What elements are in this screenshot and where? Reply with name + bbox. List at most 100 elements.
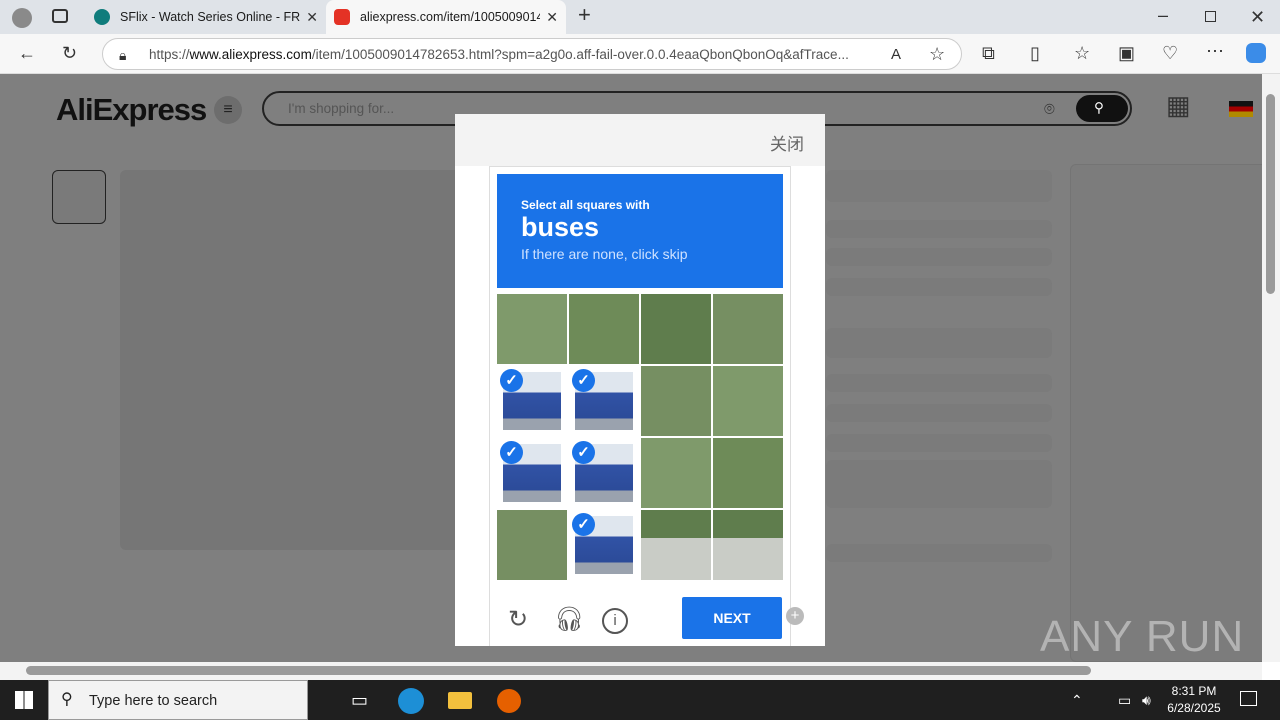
clock-time: 8:31 PM <box>1171 684 1217 698</box>
tab-title: aliexpress.com/item/100500901478 <box>360 10 540 24</box>
profile-icon[interactable] <box>12 8 32 28</box>
windows-start-icon[interactable] <box>15 691 33 709</box>
tab-actions-icon[interactable] <box>52 9 68 23</box>
captcha-tile[interactable] <box>497 294 567 364</box>
captcha-frame: Select all squares with buses If there a… <box>489 166 791 646</box>
info-icon[interactable]: i <box>602 608 628 634</box>
network-icon[interactable]: ▭ <box>1118 691 1131 709</box>
captcha-tile[interactable] <box>713 294 783 364</box>
germany-flag-icon[interactable] <box>1229 101 1253 117</box>
product-info-placeholder <box>826 248 1052 266</box>
modal-header: 关闭 <box>455 114 825 166</box>
url-host: www.aliexpress.com <box>189 47 312 62</box>
edge-icon[interactable] <box>398 688 424 714</box>
product-info-placeholder <box>826 460 1052 508</box>
tab-aliexpress[interactable]: aliexpress.com/item/100500901478 ✕ <box>326 0 566 34</box>
scroll-thumb[interactable] <box>1266 94 1275 294</box>
side-panel-placeholder <box>1070 164 1262 662</box>
captcha-tile[interactable] <box>569 294 639 364</box>
task-view-icon[interactable]: ▭ <box>351 691 368 709</box>
aliexpress-favicon-icon <box>334 9 350 25</box>
captcha-tile[interactable] <box>713 510 783 580</box>
url-prefix: https:// <box>149 47 190 62</box>
captcha-tile[interactable]: ✓ <box>497 438 567 508</box>
url-field[interactable]: 🔒︎ https://www.aliexpress.com/item/10050… <box>102 38 962 70</box>
search-icon: ⚲ <box>61 691 73 708</box>
captcha-tile[interactable]: ✓ <box>569 510 639 580</box>
captcha-header: Select all squares with buses If there a… <box>497 174 783 288</box>
close-window-icon[interactable]: ✕ <box>1250 8 1265 26</box>
scroll-thumb[interactable] <box>26 666 1091 675</box>
address-bar: ← ↻ 🔒︎ https://www.aliexpress.com/item/1… <box>0 34 1280 74</box>
favorites-icon[interactable]: ☆ <box>1074 44 1090 62</box>
tab-sflix[interactable]: SFlix - Watch Series Online - FREE ✕ <box>86 0 326 34</box>
read-aloud-icon[interactable]: A <box>891 46 901 64</box>
close-tab-icon[interactable]: ✕ <box>546 9 558 26</box>
product-info-placeholder <box>826 170 1052 202</box>
favorite-star-icon[interactable]: ☆ <box>929 45 945 63</box>
close-button[interactable]: 关闭 <box>770 130 804 155</box>
back-icon[interactable]: ← <box>18 44 36 62</box>
restore-icon[interactable] <box>1205 11 1216 22</box>
minimize-icon[interactable]: – <box>1158 6 1168 24</box>
captcha-tile[interactable] <box>641 294 711 364</box>
new-tab-icon[interactable]: + <box>578 4 591 26</box>
more-menu-icon[interactable]: ⋯ <box>1206 42 1224 60</box>
url-text: https://www.aliexpress.com/item/10050090… <box>149 47 879 62</box>
search-icon: ⚲ <box>1094 100 1104 115</box>
expand-icon[interactable]: + <box>786 607 804 625</box>
product-info-placeholder <box>826 374 1052 392</box>
main-image-placeholder <box>120 170 480 550</box>
taskbar: ⚲ Type here to search ▭ ⌃ ▭ 🔊︎ 8:31 PM 6… <box>0 680 1280 720</box>
checkmark-icon: ✓ <box>572 513 595 536</box>
product-info-placeholder <box>826 220 1052 238</box>
product-info-placeholder <box>826 434 1052 452</box>
notifications-icon[interactable] <box>1240 691 1257 706</box>
sflix-favicon-icon <box>94 9 110 25</box>
captcha-tile[interactable]: ✓ <box>569 438 639 508</box>
captcha-hint: If there are none, click skip <box>521 246 688 262</box>
menu-icon[interactable]: ≡ <box>214 96 242 124</box>
system-clock[interactable]: 8:31 PM 6/28/2025 <box>1156 683 1232 717</box>
taskbar-search[interactable]: ⚲ Type here to search <box>48 680 308 720</box>
volume-icon[interactable]: 🔊︎ <box>1142 691 1151 709</box>
tab-title: SFlix - Watch Series Online - FREE <box>120 10 300 24</box>
captcha-tile[interactable]: ✓ <box>497 366 567 436</box>
image-search-icon[interactable]: ⌾ <box>1044 100 1055 118</box>
checkmark-icon: ✓ <box>572 441 595 464</box>
vertical-scrollbar[interactable] <box>1262 74 1280 662</box>
thumbnail-placeholder[interactable] <box>52 170 106 224</box>
next-button[interactable]: NEXT <box>682 597 782 639</box>
captcha-grid: ✓ ✓ ✓ ✓ ✓ <box>497 294 785 582</box>
captcha-tile[interactable] <box>641 366 711 436</box>
watermark: ANY RUN <box>1040 612 1245 661</box>
captcha-tile[interactable]: ✓ <box>569 366 639 436</box>
extensions-icon[interactable]: ⧉ <box>982 44 995 62</box>
captcha-tile[interactable] <box>497 510 567 580</box>
checkmark-icon: ✓ <box>572 369 595 392</box>
copilot-icon[interactable] <box>1246 43 1266 63</box>
file-explorer-icon[interactable] <box>448 692 472 709</box>
reload-icon[interactable]: ↻ <box>508 605 528 634</box>
browser-essentials-icon[interactable]: ♡ <box>1162 44 1178 62</box>
collections-icon[interactable]: ▣ <box>1118 44 1135 62</box>
close-tab-icon[interactable]: ✕ <box>306 9 318 26</box>
taskbar-search-placeholder: Type here to search <box>89 693 218 709</box>
search-button[interactable]: ⚲ <box>1076 95 1128 122</box>
product-info-placeholder <box>826 328 1052 358</box>
app-grid-icon[interactable]: ▦ <box>1166 92 1191 118</box>
aliexpress-logo[interactable]: AliExpress <box>56 92 207 128</box>
show-hidden-icons[interactable]: ⌃ <box>1071 691 1083 709</box>
lock-icon[interactable]: 🔒︎ <box>119 46 126 64</box>
captcha-target: buses <box>521 212 600 242</box>
captcha-tile[interactable] <box>713 366 783 436</box>
captcha-tile[interactable] <box>713 438 783 508</box>
split-screen-icon[interactable]: ▯ <box>1030 44 1040 62</box>
firefox-icon[interactable] <box>497 689 521 713</box>
horizontal-scrollbar[interactable] <box>0 662 1262 680</box>
captcha-modal: 关闭 Select all squares with buses If ther… <box>455 114 825 646</box>
audio-challenge-icon[interactable]: 🎧︎ <box>554 605 584 634</box>
captcha-tile[interactable] <box>641 510 711 580</box>
refresh-icon[interactable]: ↻ <box>62 44 77 62</box>
captcha-tile[interactable] <box>641 438 711 508</box>
